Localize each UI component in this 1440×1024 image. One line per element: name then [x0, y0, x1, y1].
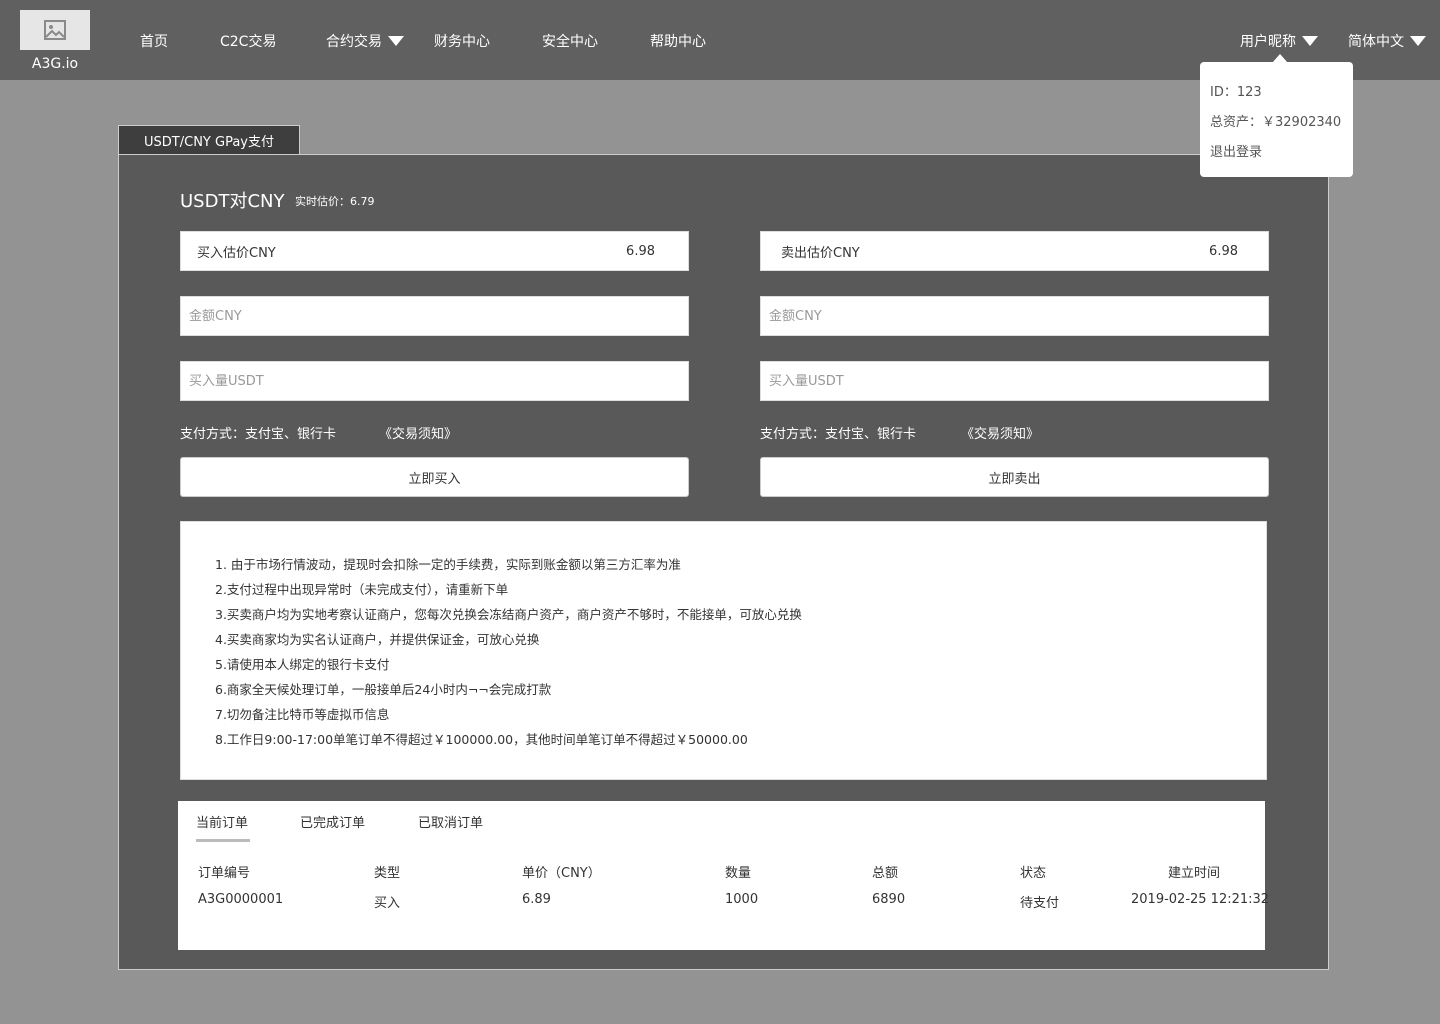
cell-total: 6890: [872, 892, 906, 907]
user-dropdown: ID：123 总资产：￥32902340 退出登录: [1200, 62, 1353, 177]
sell-estimate-label: 卖出估价CNY: [781, 245, 860, 261]
buy-estimate-value: 6.98: [626, 243, 655, 259]
nav-contract[interactable]: 合约交易: [326, 31, 404, 51]
cell-type: 买入: [374, 896, 401, 911]
nav-security[interactable]: 安全中心: [542, 31, 598, 51]
language-label: 简体中文: [1348, 34, 1404, 50]
note-item: 7.切勿备注比特币等虚拟币信息: [215, 707, 390, 722]
sell-payment-methods: 支付方式：支付宝、银行卡: [760, 427, 917, 442]
cell-unit-price: 6.89: [522, 892, 551, 907]
buy-estimate-field: 买入估价CNY 6.98: [180, 231, 689, 271]
col-total: 总额: [872, 866, 899, 881]
note-item: 8.工作日9:00-17:00单笔订单不得超过￥100000.00，其他时间单笔…: [215, 732, 748, 747]
tab-completed-orders[interactable]: 已完成订单: [300, 812, 365, 831]
note-item: 1. 由于市场行情波动，提现时会扣除一定的手续费，实际到账金额以第三方汇率为准: [215, 557, 681, 572]
language-select[interactable]: 简体中文: [1348, 31, 1426, 51]
chevron-down-icon: [1302, 36, 1318, 46]
trade-notes: 1. 由于市场行情波动，提现时会扣除一定的手续费，实际到账金额以第三方汇率为准 …: [180, 521, 1267, 780]
cell-order-id: A3G0000001: [198, 892, 284, 907]
sell-estimate-field: 卖出估价CNY 6.98: [760, 231, 1269, 271]
buy-payment-methods: 支付方式：支付宝、银行卡: [180, 427, 337, 442]
user-id: ID：123: [1210, 85, 1262, 100]
cell-created-time: 2019-02-25 12:21:32: [1131, 892, 1270, 907]
orders-section: 当前订单 已完成订单 已取消订单 订单编号 类型 单价（CNY） 数量 总额 状…: [178, 801, 1269, 950]
logo-image-icon[interactable]: [20, 10, 90, 50]
buy-estimate-label: 买入估价CNY: [197, 245, 276, 261]
buy-qty-input[interactable]: [181, 362, 688, 400]
tab-current-orders[interactable]: 当前订单: [196, 812, 248, 831]
sell-trade-notice-link[interactable]: 《交易须知》: [961, 423, 1039, 442]
note-item: 4.买卖商家均为实名认证商户，并提供保证金，可放心兑换: [215, 632, 540, 647]
nav-c2c[interactable]: C2C交易: [220, 31, 276, 51]
nav-home[interactable]: 首页: [140, 31, 168, 51]
col-status: 状态: [1020, 866, 1047, 881]
sell-qty-field[interactable]: [760, 361, 1269, 401]
cell-quantity: 1000: [725, 892, 759, 907]
note-item: 2.支付过程中出现异常时（未完成支付），请重新下单: [215, 582, 509, 597]
realtime-price: 实时估价：6.79: [295, 195, 375, 208]
buy-qty-field[interactable]: [180, 361, 689, 401]
note-item: 6.商家全天候处理订单，一般接单后24小时内¬¬会完成打款: [215, 682, 552, 697]
cell-status: 待支付: [1020, 896, 1060, 911]
user-menu-toggle[interactable]: 用户昵称: [1240, 31, 1318, 51]
note-item: 5.请使用本人绑定的银行卡支付: [215, 657, 390, 672]
col-created-time: 建立时间: [1168, 866, 1221, 881]
tab-cancelled-orders[interactable]: 已取消订单: [418, 812, 483, 831]
col-order-id: 订单编号: [198, 866, 251, 881]
pair-title: USDT对CNY: [180, 191, 285, 212]
sell-qty-input[interactable]: [761, 362, 1268, 400]
buy-amount-input[interactable]: [181, 297, 688, 335]
logo-text[interactable]: A3G.io: [20, 56, 90, 72]
user-total-assets: 总资产：￥32902340: [1210, 115, 1342, 130]
nav-contract-label: 合约交易: [326, 34, 382, 50]
sell-now-button[interactable]: 立即卖出: [760, 457, 1269, 497]
col-unit-price: 单价（CNY）: [522, 866, 601, 881]
active-tab-indicator: [196, 839, 250, 842]
buy-amount-field[interactable]: [180, 296, 689, 336]
col-quantity: 数量: [725, 866, 752, 881]
buy-now-button[interactable]: 立即买入: [180, 457, 689, 497]
buy-trade-notice-link[interactable]: 《交易须知》: [379, 423, 457, 442]
sell-amount-input[interactable]: [761, 297, 1268, 335]
user-nickname: 用户昵称: [1240, 34, 1296, 50]
logout-link[interactable]: 退出登录: [1210, 138, 1343, 168]
note-item: 3.买卖商户均为实地考察认证商户，您每次兑换会冻结商户资产，商户资产不够时，不能…: [215, 607, 802, 622]
chevron-down-icon: [1410, 36, 1426, 46]
sell-amount-field[interactable]: [760, 296, 1269, 336]
tab-usdt-cny-gpay[interactable]: USDT/CNY GPay支付: [118, 125, 300, 155]
image-placeholder-icon: [44, 20, 66, 40]
nav-help[interactable]: 帮助中心: [650, 31, 706, 51]
nav-finance[interactable]: 财务中心: [434, 31, 490, 51]
exchange-panel: USDT对CNY 实时估价：6.79 买入估价CNY 6.98 支付方式：支付宝…: [118, 154, 1329, 970]
chevron-down-icon: [388, 36, 404, 46]
sell-estimate-value: 6.98: [1209, 243, 1238, 259]
col-type: 类型: [374, 866, 401, 881]
